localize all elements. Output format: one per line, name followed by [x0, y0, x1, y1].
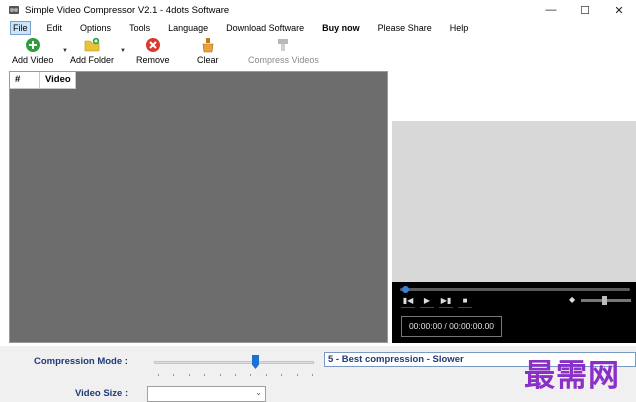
title-bar: Simple Video Compressor V2.1 - 4dots Sof… [0, 0, 636, 20]
menu-download-software[interactable]: Download Software [224, 21, 306, 35]
video-list[interactable]: # Video [9, 71, 388, 343]
previous-icon[interactable]: ▮◀ [401, 294, 415, 308]
compression-mode-label: Compression Mode : [34, 356, 128, 367]
volume-icon[interactable]: ◆ [569, 295, 575, 304]
video-size-label: Video Size : [75, 388, 129, 399]
column-video[interactable]: Video [40, 72, 76, 88]
stop-icon[interactable]: ■ [458, 294, 472, 308]
menu-file[interactable]: File [10, 21, 31, 35]
video-preview [392, 121, 636, 282]
menu-bar: File Edit Options Tools Language Downloa… [0, 20, 636, 36]
list-header: # Video [10, 72, 76, 89]
menu-buy-now[interactable]: Buy now [320, 21, 362, 35]
clear-icon [202, 38, 214, 53]
watermark-text: 最需网 [524, 358, 620, 394]
seek-knob[interactable] [402, 286, 409, 293]
media-player: ▮◀ ▶ ▶▮ ■ ◆ 00:00:00 / 00:00:00.00 [392, 282, 636, 343]
menu-help[interactable]: Help [448, 21, 471, 35]
minimize-button[interactable]: — [534, 0, 568, 20]
clear-label: Clear [197, 55, 219, 65]
video-size-select[interactable]: ⌄ [147, 386, 266, 402]
add-video-icon [25, 38, 40, 52]
menu-edit[interactable]: Edit [45, 21, 65, 35]
app-icon [9, 6, 19, 14]
clear-button[interactable]: Clear [197, 36, 219, 68]
compress-videos-label: Compress Videos [248, 55, 319, 65]
compress-icon [278, 39, 289, 51]
remove-icon [145, 38, 160, 52]
add-folder-label: Add Folder [70, 55, 115, 65]
next-icon[interactable]: ▶▮ [439, 294, 453, 308]
add-folder-button[interactable]: Add Folder [70, 36, 114, 68]
remove-label: Remove [136, 55, 170, 65]
right-blank-area [392, 71, 636, 121]
menu-options[interactable]: Options [78, 21, 113, 35]
toolbar: Add Video ▼ Add Folder ▼ Remove Clear Co… [0, 36, 636, 68]
time-display: 00:00:00 / 00:00:00.00 [401, 316, 502, 337]
volume-knob[interactable] [602, 296, 607, 305]
compression-slider-thumb[interactable] [252, 355, 259, 369]
add-video-label: Add Video [12, 55, 54, 65]
play-icon[interactable]: ▶ [420, 294, 434, 308]
window-title: Simple Video Compressor V2.1 - 4dots Sof… [25, 4, 230, 16]
column-number[interactable]: # [10, 72, 40, 88]
compress-videos-button[interactable]: Compress Videos [248, 36, 319, 68]
add-video-dropdown-icon[interactable]: ▼ [62, 48, 68, 54]
close-button[interactable]: ✕ [602, 0, 636, 20]
add-folder-dropdown-icon[interactable]: ▼ [120, 48, 126, 54]
add-video-button[interactable]: Add Video [12, 36, 53, 68]
compression-slider[interactable] [154, 361, 314, 364]
menu-tools[interactable]: Tools [127, 21, 152, 35]
folder-icon [84, 37, 100, 52]
chevron-down-icon: ⌄ [255, 388, 262, 397]
menu-please-share[interactable]: Please Share [376, 21, 434, 35]
slider-ticks [158, 374, 313, 376]
menu-language[interactable]: Language [166, 21, 210, 35]
remove-button[interactable]: Remove [136, 36, 170, 68]
maximize-button[interactable]: ☐ [568, 0, 602, 20]
seek-bar[interactable] [400, 288, 630, 291]
